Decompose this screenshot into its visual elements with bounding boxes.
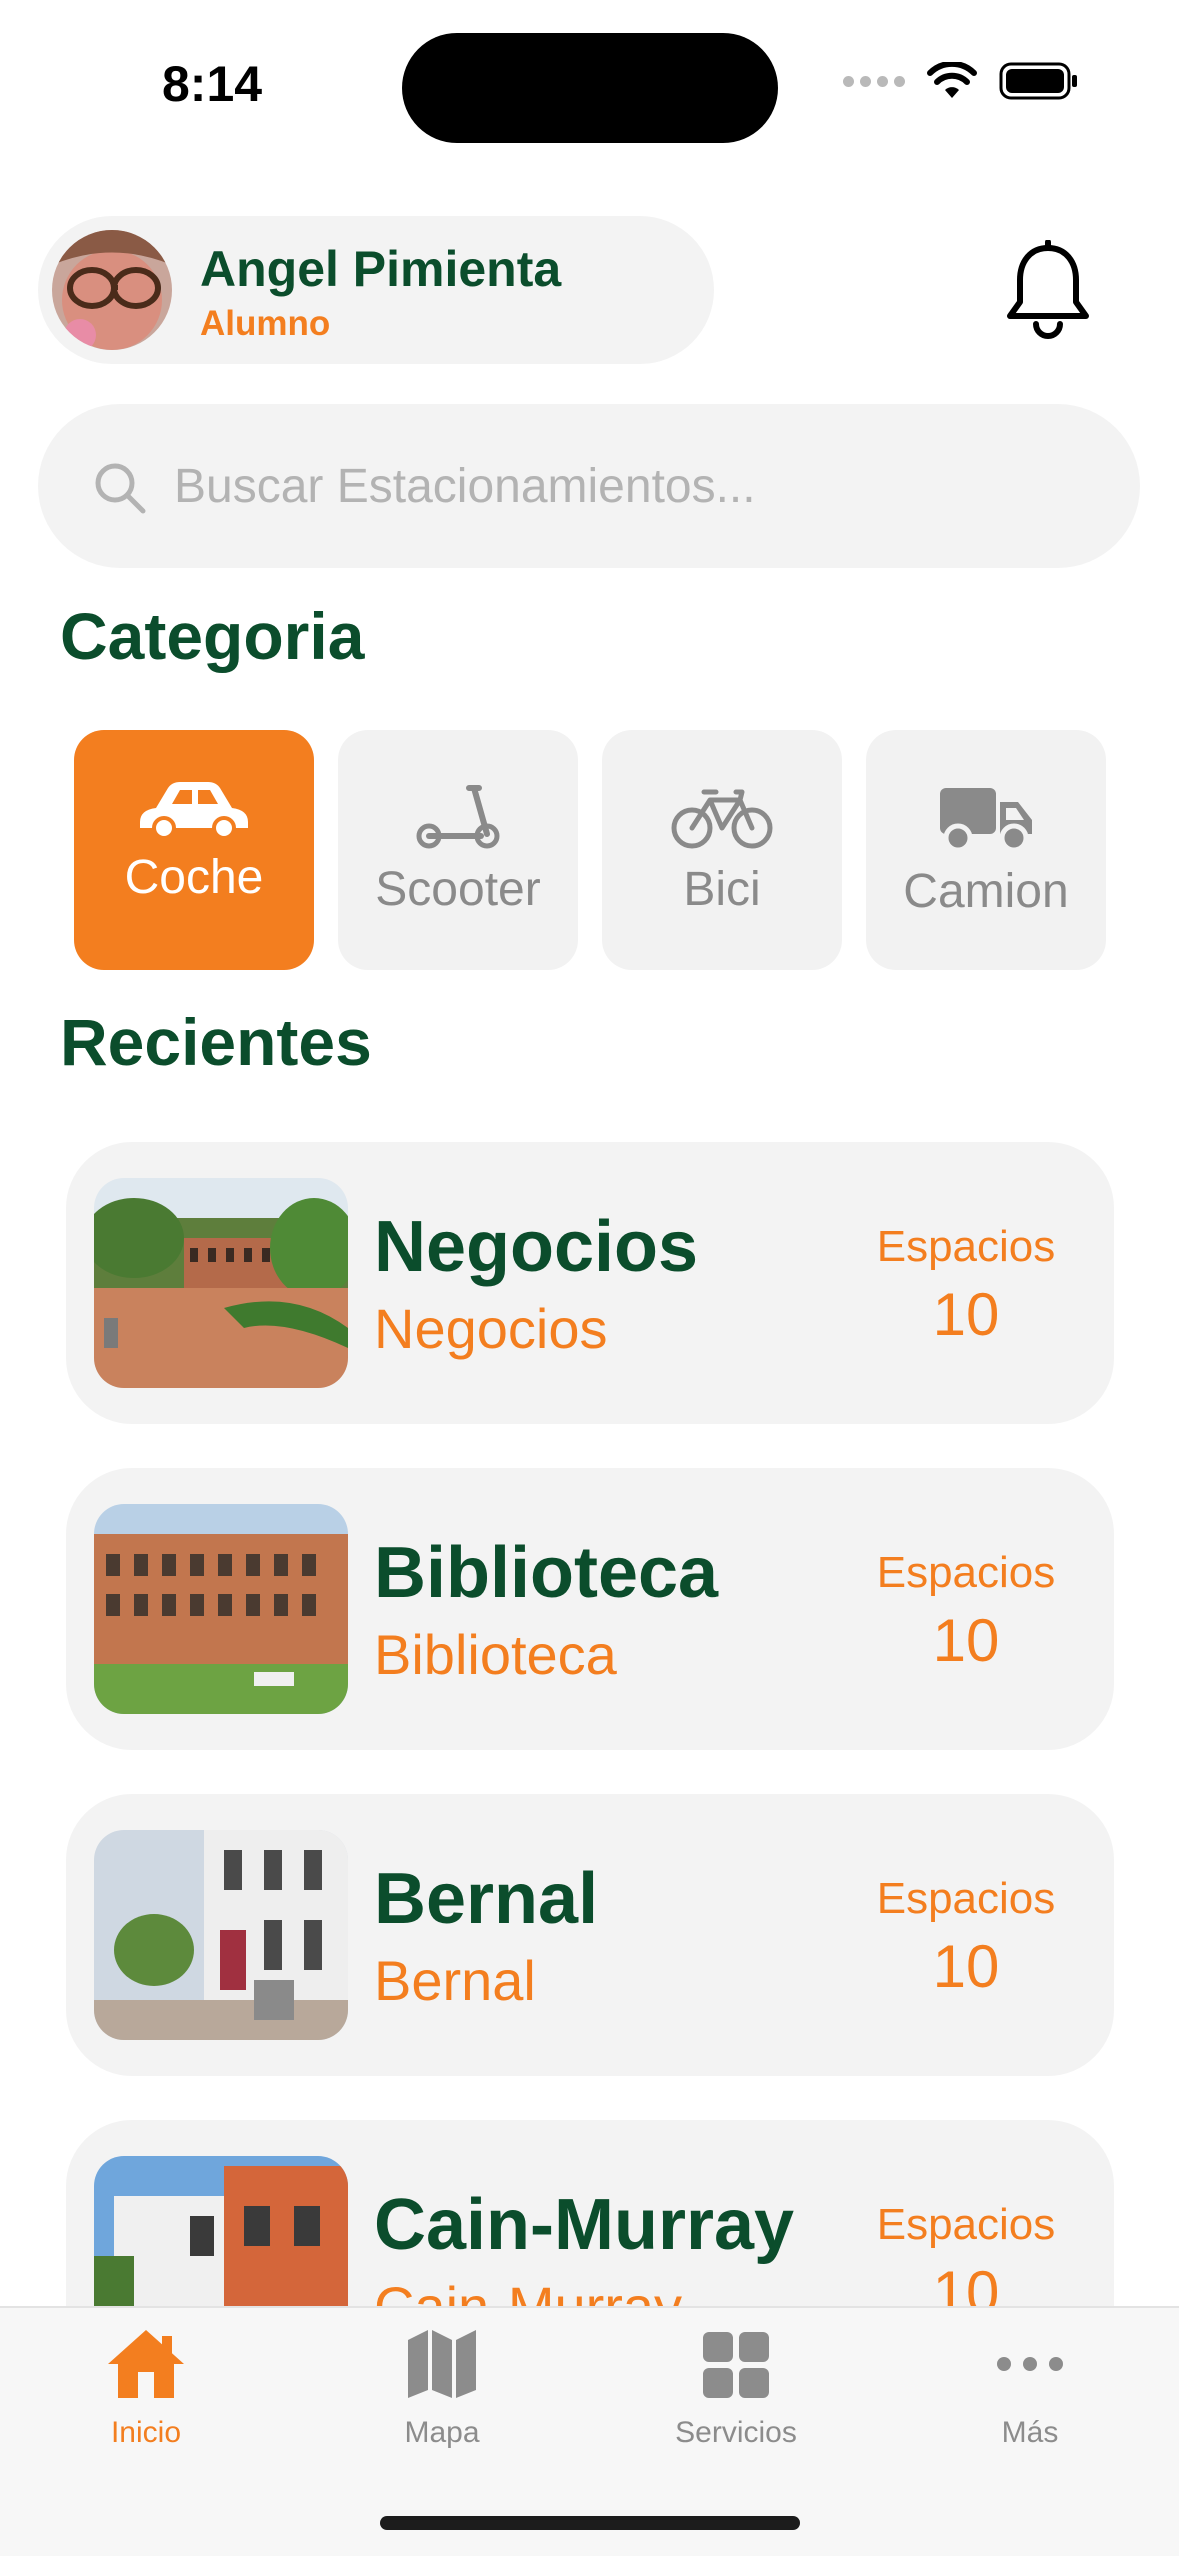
category-camion[interactable]: Camion: [866, 730, 1106, 970]
card-subtitle: Negocios: [374, 1297, 608, 1360]
status-icons: [843, 62, 1079, 100]
recent-card-biblioteca[interactable]: Biblioteca Biblioteca Espacios 10: [66, 1468, 1114, 1750]
search-input[interactable]: [174, 444, 1074, 528]
tab-label: Más: [1001, 2416, 1059, 2449]
card-title: Bernal: [374, 1859, 599, 1939]
recent-card-bernal[interactable]: Bernal Bernal Espacios 10: [66, 1794, 1114, 2076]
spaces-label: Espacios: [876, 1222, 1056, 1271]
category-bici[interactable]: Bici: [602, 730, 842, 970]
profile-card[interactable]: Angel Pimienta Alumno: [38, 216, 714, 364]
recent-section-title: Recientes: [60, 1005, 372, 1079]
cellular-signal-icon: [843, 75, 905, 87]
spaces-label: Espacios: [876, 1874, 1056, 1923]
tab-inicio[interactable]: Inicio: [46, 2326, 246, 2450]
card-title: Biblioteca: [374, 1533, 719, 1613]
truck-icon: [940, 788, 1032, 853]
car-icon: [140, 782, 248, 840]
location-photo: [94, 1504, 348, 1714]
profile-role: Alumno: [200, 304, 331, 343]
spaces-count: 10: [932, 1933, 1000, 2000]
recent-card-negocios[interactable]: Negocios Negocios Espacios 10: [66, 1142, 1114, 1424]
status-time: 8:14: [162, 56, 263, 112]
spaces-count: 10: [932, 1607, 1000, 1674]
location-photo: [94, 1178, 348, 1388]
search-icon: [95, 463, 146, 514]
wifi-icon: [927, 62, 977, 98]
tab-mapa[interactable]: Mapa: [342, 2326, 542, 2450]
category-coche[interactable]: Coche: [74, 730, 314, 970]
tab-label: Inicio: [110, 2416, 182, 2449]
location-photo: [94, 1830, 348, 2040]
bicycle-icon: [671, 789, 773, 849]
bell-icon[interactable]: [1000, 240, 1096, 340]
avatar[interactable]: [52, 230, 172, 350]
ellipsis-icon: [997, 2357, 1063, 2371]
grid-icon: [703, 2332, 769, 2398]
card-title: Cain-Murray: [374, 2185, 795, 2265]
search-bar[interactable]: [38, 404, 1140, 568]
spaces-label: Espacios: [876, 2200, 1056, 2249]
tab-label: Servicios: [675, 2416, 797, 2449]
category-section-title: Categoria: [60, 599, 365, 673]
card-subtitle: Biblioteca: [374, 1623, 617, 1686]
spaces-count: 10: [932, 1281, 1000, 1348]
category-label: Coche: [124, 851, 264, 904]
category-label: Camion: [903, 865, 1069, 918]
battery-icon: [999, 62, 1077, 100]
tab-servicios[interactable]: Servicios: [636, 2326, 836, 2450]
tab-label: Mapa: [404, 2416, 480, 2449]
profile-name: Angel Pimienta: [200, 241, 562, 297]
category-label: Scooter: [375, 863, 541, 916]
card-title: Negocios: [374, 1207, 699, 1287]
scooter-icon: [416, 785, 500, 849]
dynamic-island: [402, 33, 778, 143]
category-scooter[interactable]: Scooter: [338, 730, 578, 970]
category-label: Bici: [683, 863, 761, 916]
home-indicator[interactable]: [380, 2516, 800, 2530]
spaces-label: Espacios: [876, 1548, 1056, 1597]
home-icon: [108, 2330, 184, 2398]
map-icon: [408, 2330, 476, 2398]
card-subtitle: Bernal: [374, 1949, 536, 2012]
tab-mas[interactable]: Más: [930, 2326, 1130, 2450]
